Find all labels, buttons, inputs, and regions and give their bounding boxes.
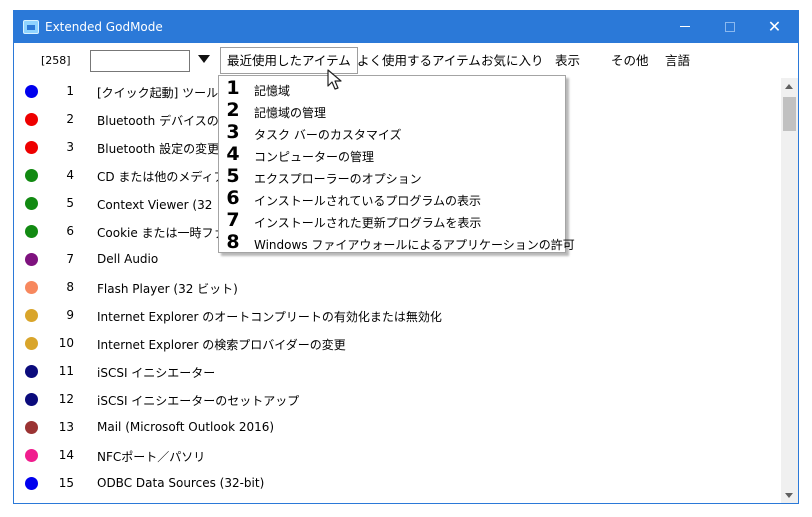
recent-menu-item[interactable]: 4 コンピューターの管理	[219, 143, 565, 166]
list-item[interactable]: 15 ODBC Data Sources (32-bit)	[14, 470, 782, 498]
mouse-cursor-icon	[327, 69, 342, 90]
list-item-number: 9	[66, 308, 74, 322]
recent-menu-item[interactable]: 7 インストールされた更新プログラムを表示	[219, 209, 565, 232]
menu-frequent-items[interactable]: よく使用するアイテム	[350, 47, 488, 74]
list-item-number: 14	[58, 448, 74, 462]
list-item[interactable]: 12 iSCSI イニシエーターのセットアップ	[14, 386, 782, 414]
list-item-number: 5	[66, 196, 74, 210]
recent-menu-item[interactable]: 6 インストールされているプログラムの表示	[219, 187, 565, 210]
recent-items-dropdown: 1 記憶域 2 記憶域の管理 3 タスク バーのカスタマイズ 4 コンピューターの管理 5 エクス…	[218, 75, 575, 254]
list-item-label: Internet Explorer の検索プロバイダーの変更	[97, 338, 346, 352]
list-item-label: Dell Audio	[97, 252, 159, 266]
list-item[interactable]: 8 Flash Player (32 ビット)	[14, 274, 782, 302]
list-item-number: 7	[66, 252, 74, 266]
recent-menu-item-label: インストールされた更新プログラムを表示	[254, 216, 482, 230]
title-bar[interactable]: Extended GodMode ✕	[14, 11, 798, 43]
list-item-number: 1	[66, 84, 74, 98]
menu-view[interactable]: 表示	[548, 47, 587, 74]
recent-menu-item-label: Windows ファイアウォールによるアプリケーションの許可	[254, 238, 575, 252]
recent-menu-item[interactable]: 8 Windows ファイアウォールによるアプリケーションの許可	[219, 231, 574, 254]
maximize-icon	[724, 21, 735, 32]
recent-menu-item-label: タスク バーのカスタマイズ	[254, 128, 402, 142]
status-dot-icon	[25, 477, 38, 490]
list-item-number: 11	[58, 364, 74, 378]
status-dot-icon	[25, 225, 38, 238]
status-dot-icon	[25, 309, 38, 322]
recent-menu-item-label: エクスプローラーのオプション	[254, 172, 422, 186]
status-dot-icon	[25, 197, 38, 210]
recent-menu-item-number: 3	[226, 121, 240, 143]
list-item-label: iSCSI イニシエーターのセットアップ	[97, 394, 300, 408]
list-item-number: 6	[66, 224, 74, 238]
close-icon: ✕	[767, 17, 782, 36]
recent-menu-item-number: 6	[226, 187, 240, 209]
menu-favorites[interactable]: お気に入り	[474, 47, 551, 74]
list-item[interactable]: 9 Internet Explorer のオートコンプリートの有効化または無効化	[14, 302, 782, 330]
status-dot-icon	[25, 141, 38, 154]
recent-menu-item[interactable]: 5 エクスプローラーのオプション	[219, 165, 565, 188]
maximize-button[interactable]	[707, 11, 752, 43]
list-item-number: 4	[66, 168, 74, 182]
status-dot-icon	[25, 281, 38, 294]
list-item-number: 12	[58, 392, 74, 406]
list-item-label: ODBC Data Sources (32-bit)	[97, 476, 265, 490]
menu-language[interactable]: 言語	[658, 47, 697, 74]
minimize-button[interactable]	[662, 11, 707, 43]
window-title: Extended GodMode	[45, 20, 163, 34]
recent-menu-item[interactable]: 1 記憶域	[219, 77, 565, 100]
list-item-number: 15	[58, 476, 74, 490]
list-item-label: NFCポート／パソリ	[97, 450, 206, 464]
list-item-number: 8	[66, 280, 74, 294]
recent-menu-item[interactable]: 2 記憶域の管理	[219, 99, 565, 122]
status-dot-icon	[25, 113, 38, 126]
list-item[interactable]: 13 Mail (Microsoft Outlook 2016)	[14, 414, 782, 442]
status-dot-icon	[25, 365, 38, 378]
recent-menu-item-label: 記憶域の管理	[254, 106, 327, 120]
list-item-label: Mail (Microsoft Outlook 2016)	[97, 420, 275, 434]
search-input[interactable]	[90, 50, 190, 72]
list-item-number: 3	[66, 140, 74, 154]
list-item-label: Flash Player (32 ビット)	[97, 282, 238, 296]
recent-menu-item-number: 7	[226, 209, 240, 231]
list-item-label: Internet Explorer のオートコンプリートの有効化または無効化	[97, 310, 442, 324]
scroll-thumb[interactable]	[783, 97, 796, 131]
scroll-down-button[interactable]	[781, 487, 798, 503]
status-dot-icon	[25, 421, 38, 434]
status-dot-icon	[25, 169, 38, 182]
recent-menu-item-number: 2	[226, 99, 240, 121]
list-item-label: Bluetooth 設定の変更	[97, 142, 220, 156]
list-item-number: 10	[58, 336, 74, 350]
recent-menu-item-number: 4	[226, 143, 240, 165]
status-dot-icon	[25, 449, 38, 462]
recent-menu-item-label: インストールされているプログラムの表示	[254, 194, 482, 208]
minimize-icon	[679, 26, 690, 27]
status-dot-icon	[25, 253, 38, 266]
status-dot-icon	[25, 393, 38, 406]
status-dot-icon	[25, 85, 38, 98]
recent-menu-item-number: 1	[226, 77, 240, 99]
menu-other[interactable]: その他	[604, 47, 656, 74]
recent-menu-item-number: 5	[226, 165, 240, 187]
toolbar: [258] 最近使用したアイテム よく使用するアイテム お気に入り 表示 その他…	[14, 43, 798, 77]
list-item-label: iSCSI イニシエーター	[97, 366, 216, 380]
vertical-scrollbar[interactable]	[781, 78, 798, 503]
recent-menu-item[interactable]: 3 タスク バーのカスタマイズ	[219, 121, 565, 144]
list-item-number: 2	[66, 112, 74, 126]
list-item[interactable]: 10 Internet Explorer の検索プロバイダーの変更	[14, 330, 782, 358]
dropdown-arrow-icon[interactable]	[198, 55, 210, 63]
list-item[interactable]: 11 iSCSI イニシエーター	[14, 358, 782, 386]
list-item-number: 13	[58, 420, 74, 434]
item-count: [258]	[41, 54, 71, 67]
recent-menu-item-number: 8	[226, 231, 240, 253]
app-logo-icon	[23, 20, 39, 34]
scroll-up-button[interactable]	[781, 78, 798, 95]
status-dot-icon	[25, 337, 38, 350]
recent-menu-item-label: 記憶域	[254, 84, 291, 98]
list-item[interactable]: 14 NFCポート／パソリ	[14, 442, 782, 470]
recent-menu-item-label: コンピューターの管理	[254, 150, 375, 164]
close-button[interactable]: ✕	[752, 11, 797, 43]
